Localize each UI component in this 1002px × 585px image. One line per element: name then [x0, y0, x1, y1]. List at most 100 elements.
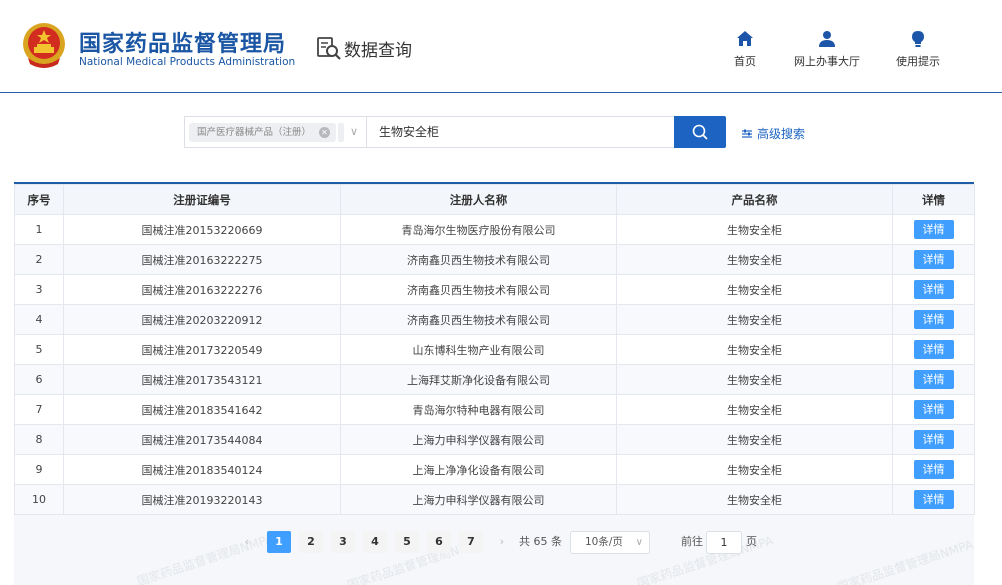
document-search-icon — [317, 37, 341, 60]
page-button[interactable]: 5 — [395, 531, 419, 553]
table-row: 7 国械注准20183541642 青岛海尔特种电器有限公司 生物安全柜 详情 — [14, 394, 975, 425]
row-company: 山东博科生物产业有限公司 — [340, 334, 617, 365]
query-title: 数据查询 — [316, 35, 412, 61]
row-product: 生物安全柜 — [616, 334, 893, 365]
row-company: 济南鑫贝西生物技术有限公司 — [340, 304, 617, 335]
goto-page-input[interactable]: 1 — [706, 531, 742, 554]
nav-online-hall[interactable]: 网上办事大厅 — [794, 30, 860, 69]
home-icon — [737, 31, 753, 46]
org-name-en: National Medical Products Administration — [79, 56, 296, 68]
page-button[interactable]: 4 — [363, 531, 387, 553]
table-row: 10 国械注准20193220143 上海力申科学仪器有限公司 生物安全柜 详情 — [14, 484, 975, 515]
row-no: 6 — [14, 364, 64, 395]
user-icon — [819, 31, 835, 47]
query-title-text: 数据查询 — [344, 40, 412, 61]
page-size-select[interactable]: 10条/页 ∨ — [570, 531, 650, 554]
row-product: 生物安全柜 — [616, 424, 893, 455]
row-product: 生物安全柜 — [616, 214, 893, 245]
detail-button[interactable]: 详情 — [913, 310, 954, 329]
row-no: 2 — [14, 244, 64, 275]
table-row: 2 国械注准20163222275 济南鑫贝西生物技术有限公司 生物安全柜 详情 — [14, 244, 975, 275]
page-button[interactable]: 7 — [459, 531, 483, 553]
row-company: 青岛海尔生物医疗股份有限公司 — [340, 214, 617, 245]
col-header-product: 产品名称 — [616, 184, 893, 215]
row-cert-number: 国械注准20183540124 — [63, 454, 341, 485]
row-cert-number: 国械注准20173220549 — [63, 334, 341, 365]
row-detail-cell: 详情 — [892, 244, 975, 275]
pagination: ‹ 1 2 3 4 5 6 7 › 共 65 条 10条/页 ∨ 前往 1 页 — [0, 531, 1002, 555]
row-company: 上海力申科学仪器有限公司 — [340, 484, 617, 515]
detail-button[interactable]: 详情 — [913, 340, 954, 359]
row-detail-cell: 详情 — [892, 394, 975, 425]
chevron-down-icon: ∨ — [635, 537, 643, 548]
col-header-no: 序号 — [14, 184, 64, 215]
table-row: 6 国械注准20173543121 上海拜艾斯净化设备有限公司 生物安全柜 详情 — [14, 364, 975, 395]
detail-button[interactable]: 详情 — [913, 250, 954, 269]
row-no: 9 — [14, 454, 64, 485]
filter-icon — [742, 129, 752, 138]
page-button[interactable]: 1 — [267, 531, 291, 553]
row-no: 4 — [14, 304, 64, 335]
detail-button[interactable]: 详情 — [913, 400, 954, 419]
row-detail-cell: 详情 — [892, 364, 975, 395]
nav-usage-tips[interactable]: 使用提示 — [896, 30, 940, 69]
site-header: 国家药品监督管理局 National Medical Products Admi… — [0, 0, 1002, 93]
col-header-detail: 详情 — [892, 184, 975, 215]
table-row: 1 国械注准20153220669 青岛海尔生物医疗股份有限公司 生物安全柜 详情 — [14, 214, 975, 245]
row-detail-cell: 详情 — [892, 304, 975, 335]
row-product: 生物安全柜 — [616, 394, 893, 425]
category-tag[interactable]: 国产医疗器械产品（注册） ✕ — [189, 123, 337, 142]
row-product: 生物安全柜 — [616, 454, 893, 485]
prev-page-button[interactable]: ‹ — [235, 531, 259, 553]
lightbulb-icon — [912, 31, 924, 47]
row-product: 生物安全柜 — [616, 484, 893, 515]
page-button[interactable]: 3 — [331, 531, 355, 553]
row-product: 生物安全柜 — [616, 274, 893, 305]
advanced-search-link[interactable]: 高级搜索 — [742, 125, 805, 142]
table-row: 9 国械注准20183540124 上海上净净化设备有限公司 生物安全柜 详情 — [14, 454, 975, 485]
row-no: 10 — [14, 484, 64, 515]
row-cert-number: 国械注准20203220912 — [63, 304, 341, 335]
row-company: 上海上净净化设备有限公司 — [340, 454, 617, 485]
table-row: 5 国械注准20173220549 山东博科生物产业有限公司 生物安全柜 详情 — [14, 334, 975, 365]
row-cert-number: 国械注准20193220143 — [63, 484, 341, 515]
row-no: 3 — [14, 274, 64, 305]
detail-button[interactable]: 详情 — [913, 220, 954, 239]
close-icon[interactable]: ✕ — [319, 127, 331, 138]
row-detail-cell: 详情 — [892, 274, 975, 305]
page-button[interactable]: 2 — [299, 531, 323, 553]
search-box[interactable]: 国产医疗器械产品（注册） ✕ ∨ 生物安全柜 — [184, 116, 674, 148]
detail-button[interactable]: 详情 — [913, 280, 954, 299]
next-page-button[interactable]: › — [490, 531, 514, 553]
row-product: 生物安全柜 — [616, 304, 893, 335]
row-detail-cell: 详情 — [892, 334, 975, 365]
search-icon — [692, 124, 708, 140]
nav-home[interactable]: 首页 — [734, 30, 756, 69]
row-detail-cell: 详情 — [892, 424, 975, 455]
goto-prefix: 前往 — [681, 535, 703, 548]
table-row: 4 国械注准20203220912 济南鑫贝西生物技术有限公司 生物安全柜 详情 — [14, 304, 975, 335]
search-input[interactable]: 生物安全柜 — [379, 117, 439, 147]
table-header-row: 序号 注册证编号 注册人名称 产品名称 详情 — [14, 184, 975, 215]
table-row: 8 国械注准20173544084 上海力申科学仪器有限公司 生物安全柜 详情 — [14, 424, 975, 455]
col-header-cert: 注册证编号 — [63, 184, 341, 215]
row-cert-number: 国械注准20163222275 — [63, 244, 341, 275]
detail-button[interactable]: 详情 — [913, 490, 954, 509]
table-row: 3 国械注准20163222276 济南鑫贝西生物技术有限公司 生物安全柜 详情 — [14, 274, 975, 305]
search-button[interactable] — [674, 116, 726, 148]
chevron-down-icon[interactable]: ∨ — [342, 117, 367, 147]
row-no: 5 — [14, 334, 64, 365]
row-detail-cell: 详情 — [892, 214, 975, 245]
row-company: 济南鑫贝西生物技术有限公司 — [340, 244, 617, 275]
detail-button[interactable]: 详情 — [913, 430, 954, 449]
row-cert-number: 国械注准20163222276 — [63, 274, 341, 305]
row-company: 上海力申科学仪器有限公司 — [340, 424, 617, 455]
row-no: 1 — [14, 214, 64, 245]
row-product: 生物安全柜 — [616, 364, 893, 395]
detail-button[interactable]: 详情 — [913, 460, 954, 479]
detail-button[interactable]: 详情 — [913, 370, 954, 389]
row-cert-number: 国械注准20183541642 — [63, 394, 341, 425]
page-button[interactable]: 6 — [427, 531, 451, 553]
row-company: 上海拜艾斯净化设备有限公司 — [340, 364, 617, 395]
goto-suffix: 页 — [746, 535, 757, 548]
